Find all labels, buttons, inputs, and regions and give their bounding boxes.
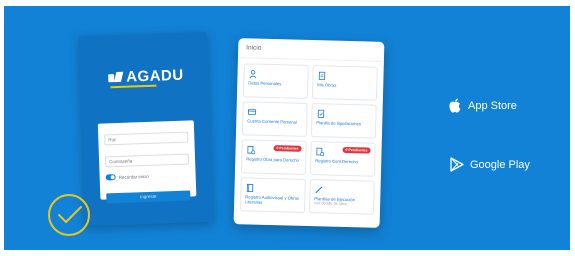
tile-label: Registro Audiovisual y Obras Literarias [245,194,300,206]
pen-icon [315,186,323,194]
person-icon [249,70,257,79]
remember-label: Recordar inicio [118,173,149,180]
tile-label: Mis Obras [317,82,337,88]
agadu-logo-mark [108,71,122,83]
tile-sublabel: con detalle de obra [314,201,347,207]
app-store-link[interactable]: App Store [448,98,517,114]
login-screen-mockup: AGADU Recordar inicio Ingresar [78,31,214,227]
tile-registro-cont-derecho[interactable]: 0 Pendientes Registro Cont.Derecho [309,141,376,177]
tile-label: Planilla de liquidaciones [316,120,362,127]
home-screen-mockup: Inicio Datos Personales Mis Obras Cuenta… [233,38,385,228]
checkmark-icon [58,206,82,223]
tile-label: Registro Cont.Derecho [315,158,358,165]
login-form: Recordar inicio Ingresar [97,120,197,203]
app-store-label: App Store [468,100,517,112]
card-icon [247,108,257,116]
brand-name: AGADU [125,66,184,86]
google-play-icon [450,157,464,172]
pending-badge: 0 Pendientes [342,146,371,154]
tile-registro-audiovisual[interactable]: Registro Audiovisual y Obras Literarias [239,177,306,213]
google-play-link[interactable]: Google Play [450,157,530,172]
promo-banner: AGADU Recordar inicio Ingresar Inicio [4,6,570,250]
remember-row: Recordar inicio [105,172,190,181]
pending-badge: 0 Pendientes [273,145,302,152]
tile-label: Cuenta Corriente Personal [247,118,297,125]
document-icon [318,71,326,80]
document-check-icon [317,109,325,118]
password-field[interactable] [104,153,190,168]
logo-underline [110,84,157,89]
tile-datos-personales[interactable]: Datos Personales [242,63,309,99]
tile-planilla-liquidaciones[interactable]: Planilla de liquidaciones [310,103,377,139]
remember-toggle[interactable] [105,174,116,181]
agadu-logo: AGADU [108,67,184,87]
register-icon [316,147,325,157]
book-icon [246,183,254,193]
checkmark-badge [48,194,90,236]
user-field[interactable] [104,131,189,146]
tile-cuenta-corriente[interactable]: Cuenta Corriente Personal [241,101,308,137]
tile-planillas-ejecucion[interactable]: Planillas de Ejecución con detalle de ob… [308,179,375,215]
register-icon [247,145,256,155]
tile-mis-obras[interactable]: Mis Obras [311,65,378,101]
tile-label: Registro Obra para Derecho [246,156,299,163]
tile-label: Datos Personales [248,80,282,87]
home-menu-grid: Datos Personales Mis Obras Cuenta Corrie… [234,58,384,220]
login-button[interactable]: Ingresar [106,189,191,203]
apple-icon [449,98,461,113]
google-play-label: Google Play [470,158,530,171]
tile-registro-obra[interactable]: 0 Pendientes Registro Obra para Derecho [240,139,307,175]
